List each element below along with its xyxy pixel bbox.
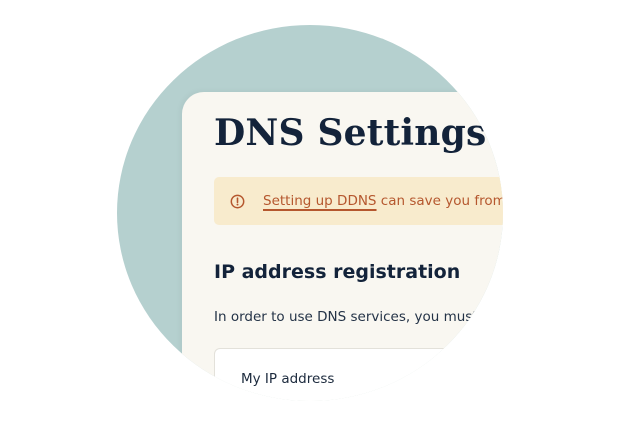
page-title: DNS Settings: [214, 112, 487, 154]
decorative-circle-background: DNS Settings Setting up DDNS can save yo…: [117, 25, 503, 401]
my-ip-address-field[interactable]: My IP address: [214, 348, 503, 401]
dns-settings-card: DNS Settings Setting up DDNS can save yo…: [182, 92, 503, 401]
exclamation-circle-icon: [230, 194, 245, 208]
alert-message: Setting up DDNS can save you from: [263, 193, 503, 209]
setting-up-ddns-link[interactable]: Setting up DDNS: [263, 193, 377, 209]
ddns-info-alert: Setting up DDNS can save you from: [214, 177, 503, 225]
ip-registration-heading: IP address registration: [214, 261, 461, 283]
my-ip-address-label: My IP address: [241, 371, 335, 387]
ip-registration-description: In order to use DNS services, you must: [214, 309, 478, 325]
alert-message-text: can save you from: [376, 193, 503, 209]
